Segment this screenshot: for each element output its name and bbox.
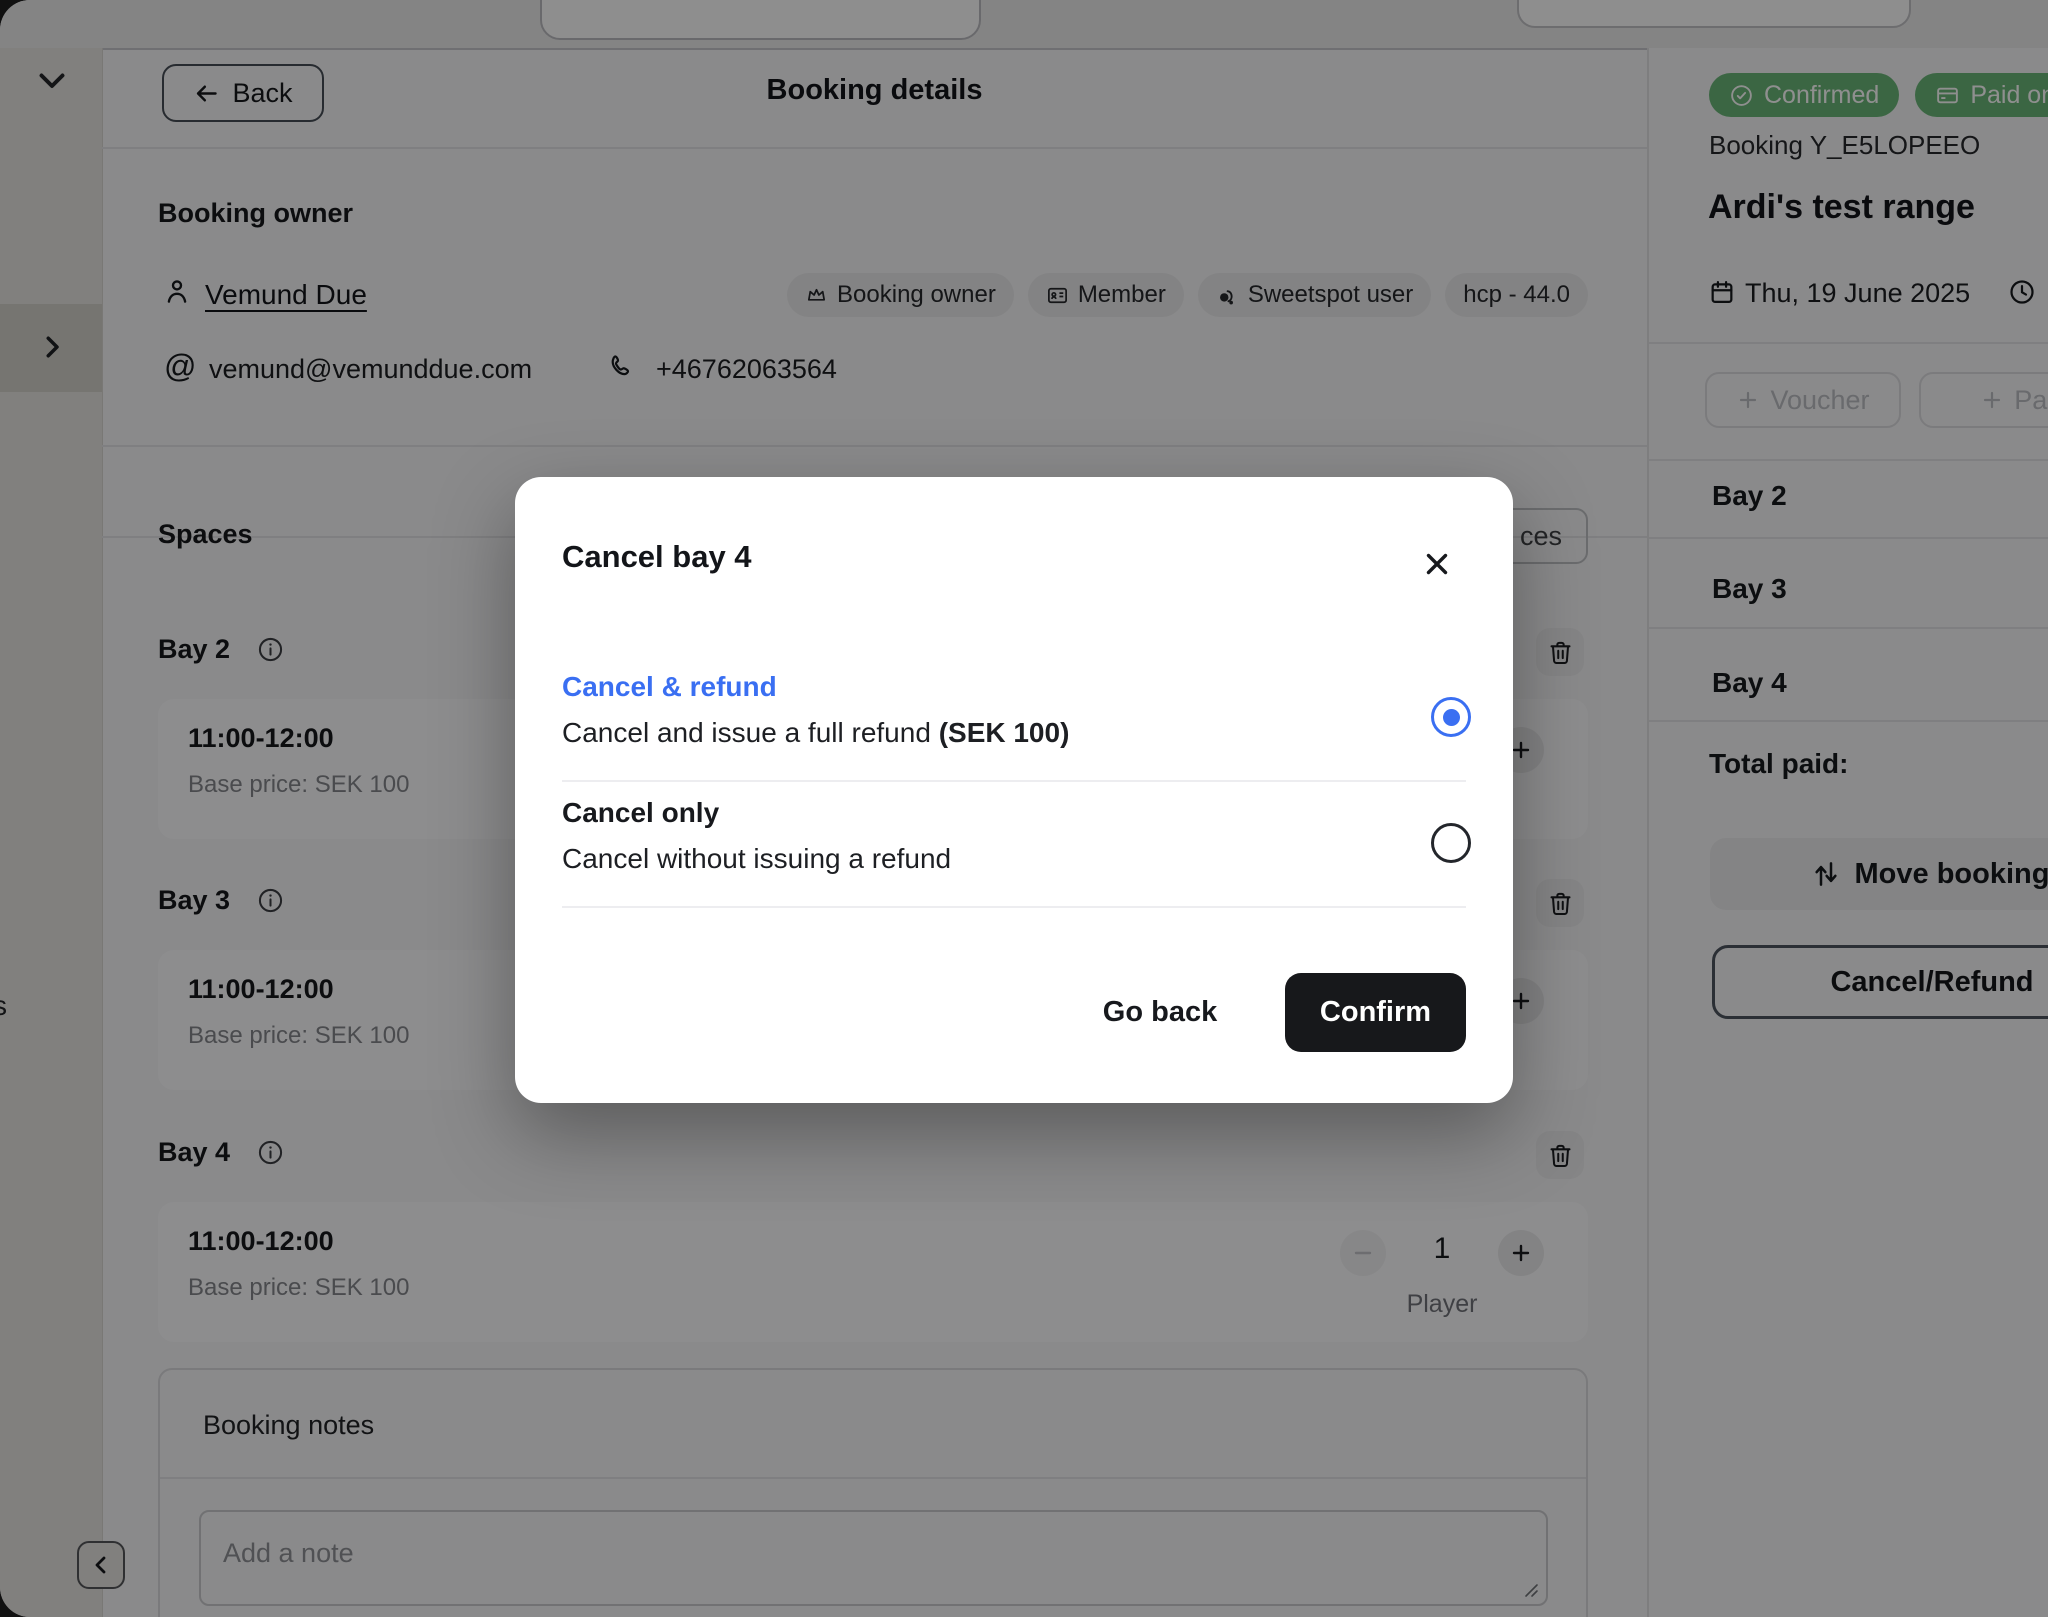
cancel-refund-option-label: Cancel & refund [562, 671, 777, 703]
divider [562, 906, 1466, 908]
confirm-button[interactable]: Confirm [1285, 973, 1466, 1052]
cancel-only-option-label: Cancel only [562, 797, 719, 829]
divider [562, 780, 1466, 782]
cancel-only-radio[interactable] [1431, 823, 1471, 863]
go-back-button[interactable]: Go back [1075, 983, 1245, 1041]
cancel-refund-option-desc: Cancel and issue a full refund (SEK 100) [562, 717, 1069, 749]
dialog-title: Cancel bay 4 [562, 539, 752, 575]
cancel-refund-radio[interactable] [1431, 697, 1471, 737]
cancel-bay-dialog: Cancel bay 4 Cancel & refund Cancel and … [515, 477, 1513, 1103]
radio-dot [1443, 709, 1460, 726]
close-icon[interactable] [1418, 545, 1456, 583]
cancel-only-option-desc: Cancel without issuing a refund [562, 843, 951, 875]
screen: s Back Booking details Booking owner Vem… [0, 0, 2048, 1617]
